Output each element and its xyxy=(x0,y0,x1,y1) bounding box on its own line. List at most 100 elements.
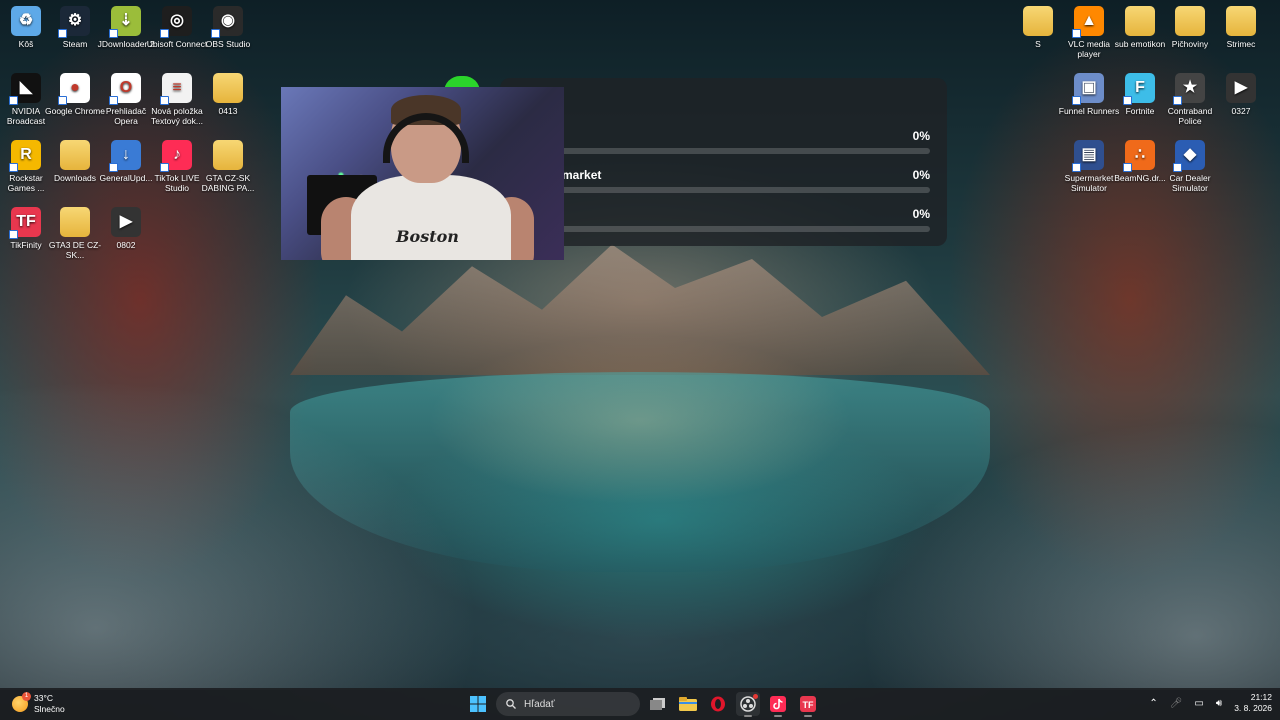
desktop-icon[interactable]: GTA CZ-SK DABING PA... xyxy=(197,140,259,206)
microphone-icon[interactable]: 🎤︎ xyxy=(1170,698,1183,709)
desktop-icon-label: Car Dealer Simulator xyxy=(1169,173,1211,193)
notification-badge: 1 xyxy=(22,692,31,701)
folder-icon xyxy=(1023,6,1053,36)
shortcut-arrow-icon xyxy=(58,29,67,38)
contraband-police-icon: ★ xyxy=(1173,73,1205,105)
folder-icon xyxy=(213,73,243,103)
obs-icon: ◉ xyxy=(211,6,243,38)
progress-percent: 0% xyxy=(912,129,930,143)
webcam-overlay: Boston xyxy=(281,87,564,260)
shortcut-arrow-icon xyxy=(211,29,220,38)
nvidia-icon: ◣ xyxy=(9,73,41,105)
progress-track xyxy=(510,148,930,154)
desktop-icon[interactable]: ▶ 0802 xyxy=(95,207,157,273)
car-dealer-icon: ◆ xyxy=(1173,140,1205,172)
video-file-icon: ▶ xyxy=(1226,73,1256,103)
shortcut-arrow-icon xyxy=(1123,163,1132,172)
display-icon[interactable]: ▭ xyxy=(1194,698,1203,709)
tiktok-taskbar-button[interactable] xyxy=(766,692,790,717)
shortcut-arrow-icon xyxy=(1072,96,1081,105)
progress-row: 0% xyxy=(510,202,935,234)
folder-icon xyxy=(213,140,243,170)
shortcut-arrow-icon xyxy=(160,96,169,105)
taskbar: 1 33°C Slnečno Hľadať TF ⌃ 🎤︎ ▭ 🔊︎ 21:12… xyxy=(0,688,1280,720)
steam-icon: ⚙ xyxy=(58,6,90,38)
opera-icon xyxy=(711,696,725,712)
folder-icon xyxy=(60,140,90,170)
shortcut-arrow-icon xyxy=(9,163,18,172)
chrome-icon: ● xyxy=(58,73,90,105)
system-tray: ⌃ 🎤︎ ▭ 🔊︎ 21:12 3. 8. 2026 xyxy=(1149,692,1272,714)
vlc-icon: ▲ xyxy=(1072,6,1104,38)
progress-track xyxy=(510,187,930,193)
obs-taskbar-button[interactable] xyxy=(736,692,760,717)
desktop-icon-label: 0413 xyxy=(218,106,238,116)
progress-track xyxy=(510,226,930,232)
beamng-icon: ∴ xyxy=(1123,140,1155,172)
desktop-icon-label: 0327 xyxy=(1231,106,1251,116)
shortcut-arrow-icon xyxy=(160,163,169,172)
svg-text:TF: TF xyxy=(803,700,814,710)
tikfinity-icon: TF xyxy=(800,696,816,712)
folder-icon xyxy=(60,207,90,237)
file-explorer-icon xyxy=(679,697,697,711)
shortcut-arrow-icon xyxy=(160,29,169,38)
desktop-icon-label: OBS Studio xyxy=(205,39,251,49)
tiktok-icon xyxy=(770,696,786,712)
speaker-icon[interactable]: 🔊︎ xyxy=(1216,698,1222,709)
fortnite-icon: F xyxy=(1123,73,1155,105)
text-document-icon: ≡ xyxy=(160,73,192,105)
wallpaper-snow xyxy=(860,420,1280,690)
progress-row: 0% xyxy=(510,124,935,156)
shortcut-arrow-icon xyxy=(109,163,118,172)
clock-date: 3. 8. 2026 xyxy=(1234,703,1272,713)
taskbar-apps: Hľadať TF xyxy=(466,691,820,717)
streamer-shirt xyxy=(351,175,511,260)
funnel-runners-icon: ▣ xyxy=(1072,73,1104,105)
recording-indicator xyxy=(753,694,758,699)
clock[interactable]: 21:12 3. 8. 2026 xyxy=(1234,692,1272,714)
shortcut-arrow-icon xyxy=(1173,96,1182,105)
shortcut-arrow-icon xyxy=(109,96,118,105)
folder-icon xyxy=(1175,6,1205,36)
progress-percent: 0% xyxy=(912,168,930,182)
desktop-icon-label: GTA CZ-SK DABING PA... xyxy=(201,173,255,193)
progress-name: market xyxy=(562,168,602,182)
tikfinity-icon: TF xyxy=(9,207,41,239)
desktop-icon[interactable]: ◆ Car Dealer Simulator xyxy=(1159,140,1221,206)
opera-icon: O xyxy=(109,73,141,105)
desktop-icon[interactable]: Strimec xyxy=(1210,6,1272,72)
desktop-icon[interactable]: 0413 xyxy=(197,73,259,139)
wallpaper-snow xyxy=(0,380,480,690)
file-explorer-button[interactable] xyxy=(676,692,700,716)
weather-widget[interactable]: 1 33°C Slnečno xyxy=(12,692,65,715)
progress-row: market 0% xyxy=(510,163,935,195)
desktop-icon[interactable]: ▶ 0327 xyxy=(1210,73,1272,139)
weather-condition: Slnečno xyxy=(34,704,65,714)
task-view-button[interactable] xyxy=(646,692,670,716)
shortcut-arrow-icon xyxy=(109,29,118,38)
supermarket-icon: ▤ xyxy=(1072,140,1104,172)
shortcut-arrow-icon xyxy=(9,96,18,105)
video-file-icon: ▶ xyxy=(111,207,141,237)
chevron-up-icon[interactable]: ⌃ xyxy=(1149,698,1157,709)
installer-icon: ↓ xyxy=(109,140,141,172)
ubisoft-icon: ◎ xyxy=(160,6,192,38)
tiktok-icon: ♪ xyxy=(160,140,192,172)
windows-icon xyxy=(470,696,486,712)
opera-taskbar-button[interactable] xyxy=(706,692,730,716)
start-button[interactable] xyxy=(466,692,490,716)
tikfinity-taskbar-button[interactable]: TF xyxy=(796,692,820,717)
desktop-icon-label: 0802 xyxy=(116,240,136,250)
search-icon xyxy=(506,699,516,709)
task-view-icon xyxy=(650,698,665,710)
folder-icon xyxy=(1226,6,1256,36)
clock-time: 21:12 xyxy=(1250,692,1272,702)
shortcut-arrow-icon xyxy=(1072,163,1081,172)
sun-icon: 1 xyxy=(12,692,31,712)
shirt-print: Boston xyxy=(396,227,459,246)
jdownloader-icon: ⇣ xyxy=(109,6,141,38)
shortcut-arrow-icon xyxy=(1072,29,1081,38)
desktop-icon[interactable]: ◉ OBS Studio xyxy=(197,6,259,72)
taskbar-search[interactable]: Hľadať xyxy=(496,692,640,716)
